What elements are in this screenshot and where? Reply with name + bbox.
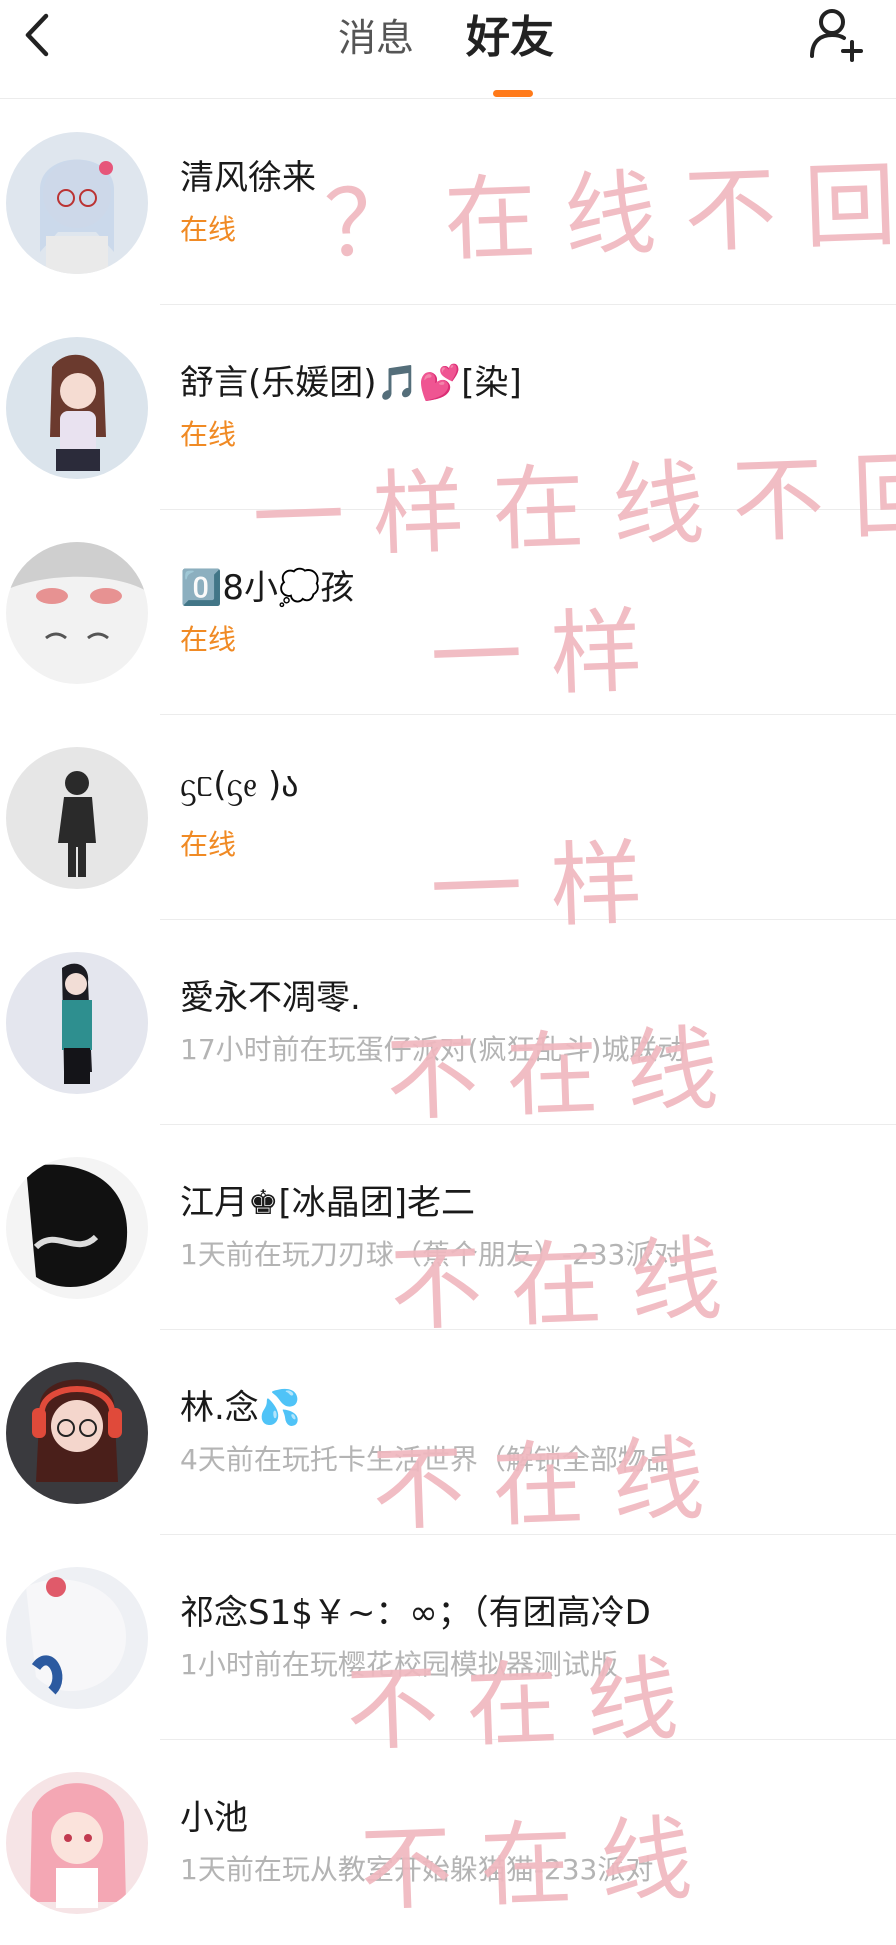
friend-row[interactable]: 清风徐来 在线	[0, 100, 896, 305]
avatar[interactable]	[6, 1772, 148, 1914]
chevron-left-icon	[25, 13, 49, 57]
friend-status: 4天前在玩托卡生活世界（解锁全部物品	[180, 1443, 674, 1476]
friend-row[interactable]: ᦓᥴ(ᦓᧉ )ა 在线	[0, 715, 896, 920]
friend-status: 1小时前在玩樱花校园模拟器测试版	[180, 1648, 618, 1681]
friend-name: ᦓᥴ(ᦓᧉ )ა	[180, 765, 299, 805]
friend-status: 在线	[180, 828, 237, 861]
friend-row[interactable]: 林.念💦 4天前在玩托卡生活世界（解锁全部物品	[0, 1330, 896, 1535]
friend-row[interactable]: 愛永不凋零. 17小时前在玩蛋仔派对(疯狂乱斗)城联动	[0, 920, 896, 1125]
active-tab-indicator	[493, 90, 533, 97]
avatar[interactable]	[6, 1567, 148, 1709]
top-bar: 消息 好友	[0, 0, 896, 99]
friend-name: 清风徐来	[180, 158, 316, 198]
friend-status: 1天前在玩从教室开始躲猫猫-233派对	[180, 1853, 654, 1886]
avatar[interactable]	[6, 542, 148, 684]
friend-row[interactable]: 江月♚[冰晶团]老二 1天前在玩刀刃球（蕉个朋友）-233派对	[0, 1125, 896, 1330]
friend-row[interactable]: 舒言(乐媛团)🎵💕[染] 在线	[0, 305, 896, 510]
tab-messages[interactable]: 消息	[338, 8, 414, 68]
friend-status: 在线	[180, 418, 237, 451]
friend-status: 1天前在玩刀刃球（蕉个朋友）-233派对	[180, 1238, 682, 1271]
avatar[interactable]	[6, 337, 148, 479]
friend-row[interactable]: 祁念S1$￥~：∞；（有团高冷D 1小时前在玩樱花校园模拟器测试版	[0, 1535, 896, 1740]
friend-name: 小池	[180, 1798, 248, 1838]
friend-name: 舒言(乐媛团)🎵💕[染]	[180, 363, 522, 403]
friend-name: 祁念S1$￥~：∞；（有团高冷D	[180, 1593, 651, 1633]
friend-name: 江月♚[冰晶团]老二	[180, 1183, 476, 1223]
friend-row[interactable]: 小池 1天前在玩从教室开始躲猫猫-233派对	[0, 1740, 896, 1945]
friend-status: 在线	[180, 623, 237, 656]
friend-status: 在线	[180, 213, 237, 246]
avatar[interactable]	[6, 747, 148, 889]
avatar[interactable]	[6, 952, 148, 1094]
avatar[interactable]	[6, 132, 148, 274]
avatar[interactable]	[6, 1157, 148, 1299]
friend-list: 清风徐来 在线 舒言(乐媛团)🎵💕[染] 在线 0️⃣8小💭孩 在线 ᦓᥴ(ᦓᧉ…	[0, 100, 896, 1945]
friend-name: 愛永不凋零.	[180, 978, 361, 1018]
friend-name: 林.念💦	[180, 1388, 302, 1428]
tab-friends[interactable]: 好友	[466, 8, 554, 68]
back-button[interactable]	[16, 10, 60, 60]
friend-status: 17小时前在玩蛋仔派对(疯狂乱斗)城联动	[180, 1033, 686, 1066]
friend-name: 0️⃣8小💭孩	[180, 568, 355, 608]
add-user-icon	[810, 9, 863, 62]
friend-row[interactable]: 0️⃣8小💭孩 在线	[0, 510, 896, 715]
avatar[interactable]	[6, 1362, 148, 1504]
add-friend-button[interactable]	[806, 4, 866, 64]
